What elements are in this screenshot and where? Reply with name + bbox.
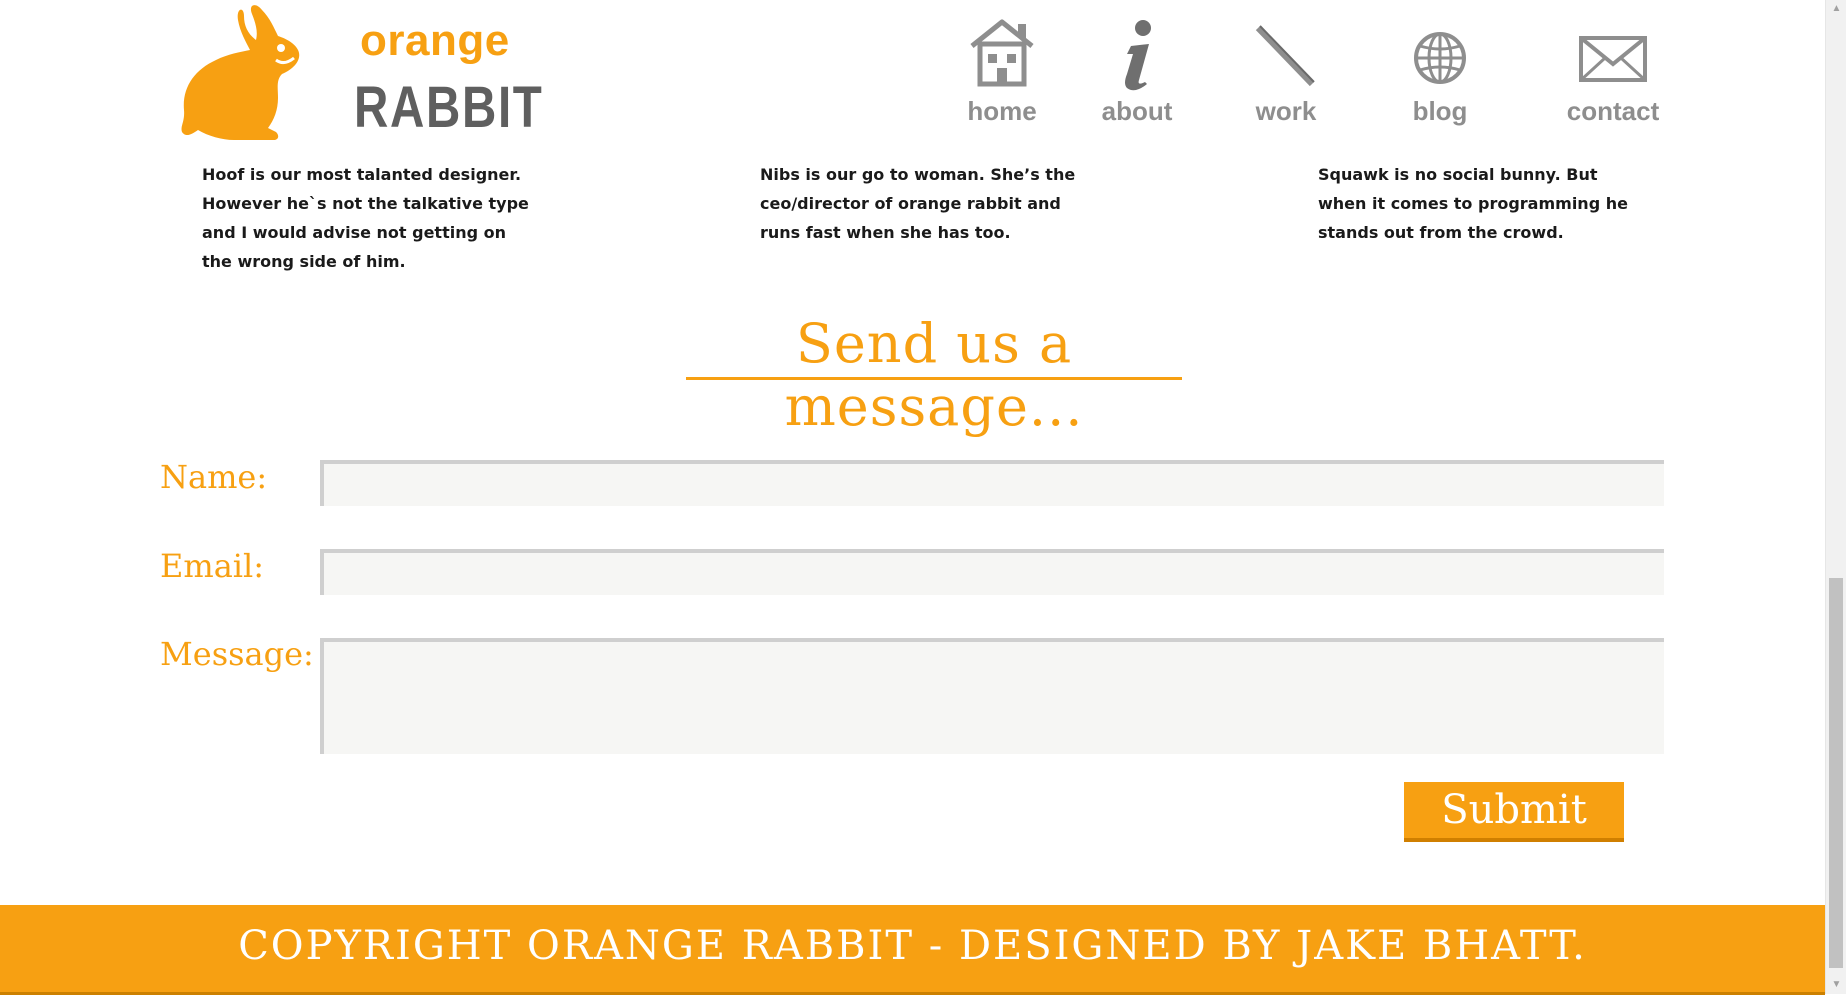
footer-copyright: COPYRIGHT ORANGE RABBIT - DESIGNED BY JA… [238, 923, 1587, 969]
house-icon [970, 19, 1034, 87]
message-textarea[interactable] [320, 638, 1664, 754]
nav-item-about[interactable]: about [1072, 14, 1202, 127]
form-title-underline [686, 377, 1182, 380]
rabbit-logo-icon [181, 5, 300, 140]
form-title: Send us a message... [784, 312, 1084, 438]
nav-label-home: home [967, 96, 1037, 126]
message-label: Message: [160, 635, 314, 673]
footer: COPYRIGHT ORANGE RABBIT - DESIGNED BY JA… [0, 905, 1825, 995]
bio-squawk: Squawk is no social bunny. But when it c… [1318, 165, 1628, 242]
site-logo[interactable]: orange RABBIT [178, 0, 542, 145]
name-label: Name: [160, 458, 268, 496]
logo-word-rabbit: RABBIT [354, 75, 544, 140]
nav-item-home[interactable]: home [937, 14, 1067, 127]
globe-icon [1414, 32, 1466, 84]
nav-item-blog[interactable]: blog [1375, 14, 1505, 127]
nav-label-about: about [1101, 96, 1173, 126]
nav-label-work: work [1255, 96, 1317, 126]
bio-hoof: Hoof is our most talanted designer. Howe… [202, 165, 529, 271]
nav-item-contact[interactable]: contact [1548, 14, 1678, 127]
email-label: Email: [160, 547, 265, 585]
submit-button[interactable]: Submit [1404, 782, 1624, 842]
page: orange RABBIT home about work blog conta… [0, 0, 1846, 995]
info-icon [1125, 20, 1151, 91]
name-input[interactable] [320, 460, 1664, 506]
pencil-icon [1255, 25, 1315, 87]
scrollbar-thumb[interactable] [1829, 578, 1843, 968]
scroll-up-icon[interactable]: ▲ [1826, 0, 1846, 18]
envelope-icon [1579, 36, 1647, 82]
nav-label-contact: contact [1566, 96, 1660, 126]
bio-nibs: Nibs is our go to woman. She’s the ceo/d… [760, 165, 1076, 242]
vertical-scrollbar[interactable]: ▲ ▼ [1825, 0, 1846, 994]
email-input[interactable] [320, 549, 1664, 595]
scroll-down-icon[interactable]: ▼ [1826, 976, 1846, 994]
nav-label-blog: blog [1412, 96, 1468, 126]
nav-item-work[interactable]: work [1221, 14, 1351, 127]
logo-word-orange: orange [360, 16, 510, 65]
